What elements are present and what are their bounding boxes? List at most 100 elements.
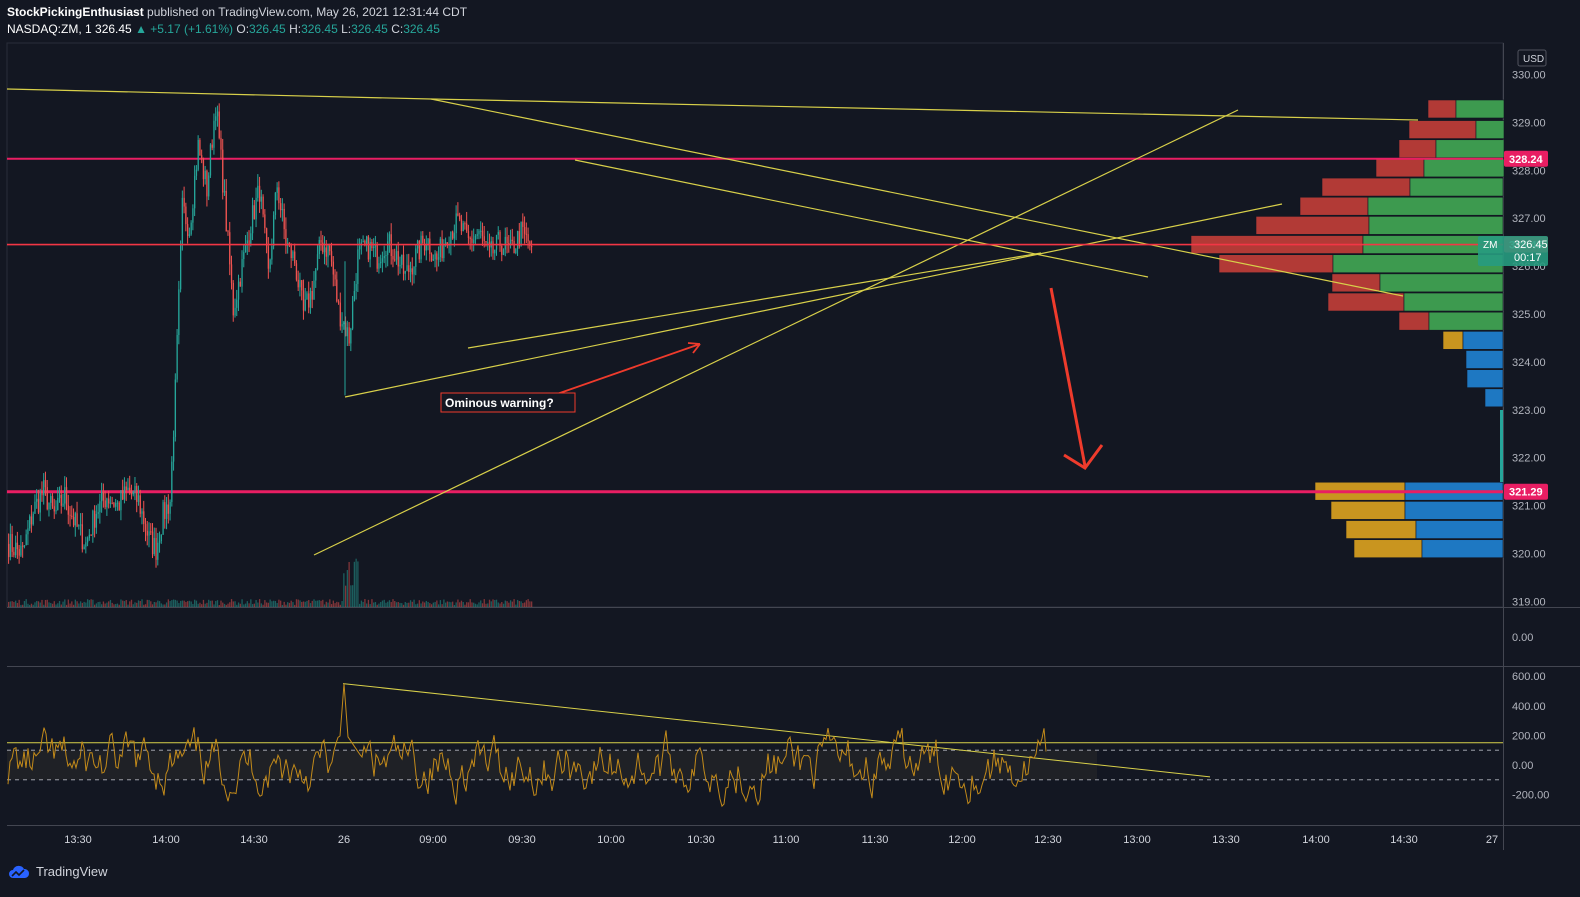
candle-body [341, 324, 343, 327]
volume-bar [144, 604, 147, 607]
trendline [574, 159, 1149, 278]
candle-body [32, 513, 34, 525]
volume-bar [467, 602, 470, 607]
volume-bar [292, 602, 294, 607]
volume-bar [141, 599, 143, 607]
candle-body [332, 261, 334, 275]
volume-profile-bar [1428, 311, 1504, 331]
candle-body [44, 480, 47, 488]
volume-bar [71, 601, 73, 607]
volume-bar [179, 600, 182, 607]
volume-bar [99, 601, 101, 607]
x-tick-label: 13:30 [64, 834, 92, 846]
volume-bar [290, 600, 292, 607]
volume-bar [246, 601, 248, 607]
candle-body [151, 531, 154, 555]
candle-body [251, 205, 254, 234]
candle-body [278, 187, 280, 204]
volume-bar [367, 599, 370, 607]
candle-body [102, 492, 105, 501]
candle-body [334, 274, 336, 280]
y-tick-label: 325.00 [1512, 309, 1546, 321]
volume-bar [232, 601, 234, 607]
candle-body [285, 229, 287, 247]
candle-body [88, 534, 91, 539]
candle-body [185, 206, 187, 225]
volume-profile-bar [1404, 501, 1504, 520]
volume-bar [62, 601, 64, 607]
candle-body [43, 480, 45, 496]
chart-canvas[interactable]: USD330.00329.00328.00327.00326.00325.003… [0, 0, 1580, 897]
volume-bar [271, 601, 273, 607]
candle-body [408, 265, 410, 273]
volume-bar [508, 602, 510, 607]
volume-bar [504, 600, 506, 607]
volume-bar [208, 599, 210, 607]
candle-body [130, 492, 133, 495]
volume-bar [127, 604, 129, 607]
candle-body [320, 239, 322, 243]
candle-body [413, 266, 415, 275]
volume-bar [515, 604, 517, 607]
volume-profile-bar [1423, 158, 1505, 178]
candle-body [95, 513, 98, 528]
volume-bar [102, 601, 105, 607]
volume-profile-bar [1466, 369, 1504, 388]
y-tick-label: 330.00 [1512, 70, 1546, 82]
candle-body [376, 244, 378, 269]
candle-body [39, 492, 41, 513]
candle-body [64, 487, 66, 504]
candle-body [353, 290, 356, 302]
volume-bar [192, 603, 194, 607]
volume-profile-bar [1299, 196, 1369, 216]
candle-body [253, 205, 255, 220]
candle-body [86, 538, 89, 543]
volume-bar [506, 601, 508, 607]
volume-bar [50, 602, 52, 607]
candle-body [459, 215, 461, 220]
volume-bar [171, 600, 173, 607]
candle-body [204, 170, 206, 180]
volume-bar [304, 601, 306, 607]
candle-body [453, 233, 456, 239]
volume-bar [371, 599, 373, 607]
tradingview-branding[interactable]: TradingView [8, 864, 108, 879]
candle-body [30, 516, 33, 525]
annotation-arrow-line [556, 343, 701, 395]
candle-body [269, 259, 271, 269]
candle-body [236, 299, 238, 308]
volume-profile-bar [1442, 331, 1464, 350]
volume-profile-bar [1415, 520, 1504, 539]
candle-body [502, 249, 505, 255]
volume-bar [308, 600, 310, 607]
volume-bar [153, 601, 155, 607]
candle-body [525, 233, 528, 235]
volume-bar [139, 601, 141, 607]
volume-bar [237, 602, 240, 607]
x-tick-label: 10:00 [597, 834, 625, 846]
candle-body [155, 537, 157, 560]
candle-body [420, 235, 422, 260]
volume-bar [401, 603, 403, 607]
candle-body [466, 223, 468, 232]
volume-bar [287, 602, 289, 607]
volume-bar [350, 585, 352, 607]
candle-body [85, 542, 87, 547]
candle-body [323, 247, 326, 253]
volume-bar [220, 600, 222, 607]
volume-bar [197, 603, 199, 607]
candle-body [388, 234, 391, 242]
volume-bar [380, 601, 382, 607]
volume-bar [57, 603, 59, 607]
volume-bar [513, 599, 515, 607]
volume-bar [222, 602, 224, 607]
candle-body [513, 240, 515, 254]
volume-bar [53, 601, 55, 607]
main-pane-frame [6, 42, 1504, 608]
volume-bar [420, 603, 422, 607]
volume-bar [527, 599, 529, 607]
volume-bar [355, 558, 357, 607]
candle-body [50, 496, 52, 503]
volume-bar [460, 600, 463, 607]
volume-bar [522, 603, 524, 607]
